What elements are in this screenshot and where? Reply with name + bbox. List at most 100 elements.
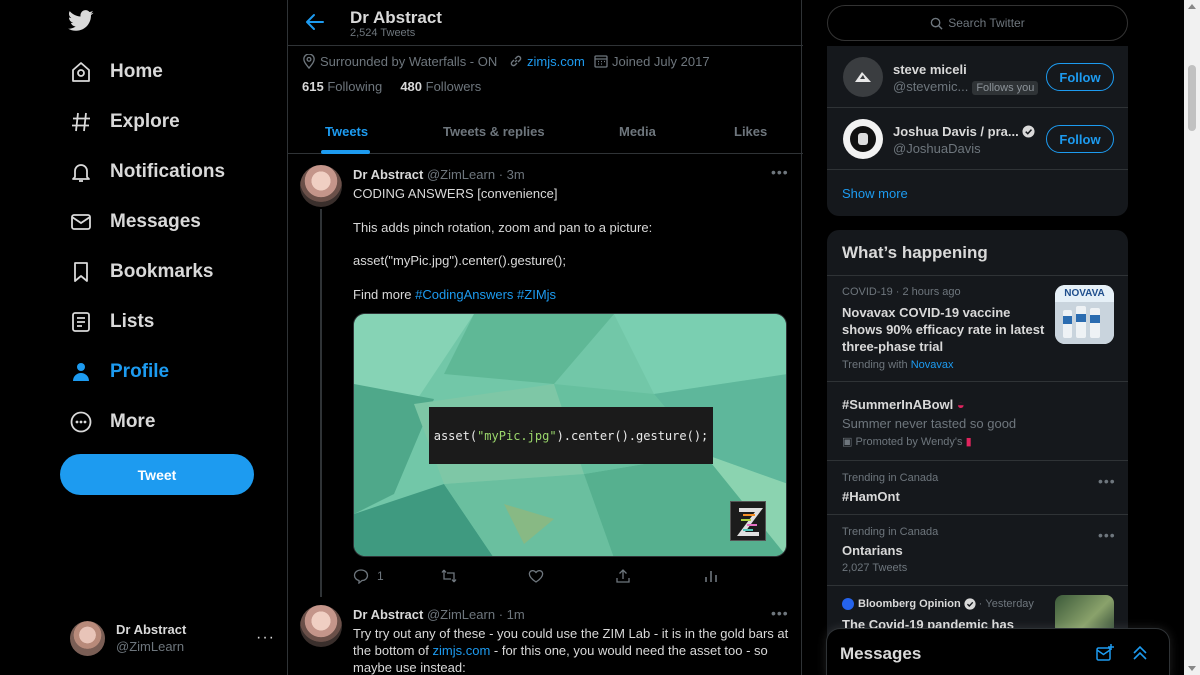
trend-item[interactable]: COVID-19 · 2 hours ago Novavax COVID-19 … — [827, 275, 1128, 381]
show-more-link[interactable]: Show more — [842, 186, 908, 201]
nav-bookmarks[interactable]: Bookmarks — [68, 252, 214, 292]
retweet-button[interactable] — [441, 568, 457, 584]
suggestion-name: Joshua Davis / pra... — [893, 124, 1035, 139]
avatar[interactable] — [300, 605, 342, 647]
nav-lists[interactable]: Lists — [68, 302, 154, 342]
tweet-text-suffix: - for this one, you would need the asset… — [490, 643, 768, 658]
followers-link[interactable]: 480 Followers — [400, 79, 481, 94]
page-scrollbar[interactable] — [1184, 0, 1200, 675]
hashtag-link[interactable]: #CodingAnswers — [415, 287, 513, 302]
trending-with-link[interactable]: Novavax — [911, 359, 954, 371]
trend-tweet-count: 2,027 Tweets — [842, 562, 908, 574]
tab-tweets-replies[interactable]: Tweets & replies — [443, 108, 545, 154]
avatar[interactable] — [300, 165, 342, 207]
trend-item[interactable]: Trending in Canada #HamOnt ••• — [827, 460, 1128, 514]
scrollbar-thumb[interactable] — [1188, 65, 1196, 131]
tweet-button[interactable]: Tweet — [60, 454, 254, 495]
joined-text: Joined July 2017 — [612, 53, 710, 69]
separator-dot: · — [498, 607, 504, 622]
hashtag-icon — [68, 109, 94, 135]
section-title: What’s happening — [842, 243, 988, 262]
like-button[interactable] — [528, 568, 544, 584]
nav-messages[interactable]: Messages — [68, 202, 201, 242]
profile-header: Dr Abstract 2,524 Tweets — [288, 0, 803, 46]
back-arrow-icon[interactable] — [305, 12, 325, 32]
page-title: Dr Abstract — [350, 8, 442, 27]
handle-text: @stevemic... — [893, 79, 969, 94]
envelope-icon — [68, 209, 94, 235]
nav-label-home: Home — [110, 61, 163, 82]
website-link[interactable]: zimjs.com — [527, 54, 585, 69]
tweet-author-handle: @ZimLearn — [426, 607, 496, 622]
trending-with-label: Trending with — [842, 359, 908, 371]
trend-item[interactable]: Trending in Canada Ontarians 2,027 Tweet… — [827, 514, 1128, 585]
separator-dot: · — [498, 167, 504, 182]
twitter-logo-icon[interactable] — [67, 10, 96, 36]
website-link[interactable]: zimjs.com — [433, 643, 491, 658]
code-snippet: asset("myPic.jpg").center().gesture(); — [429, 407, 713, 464]
nav-label-more: More — [110, 411, 156, 432]
nav-home[interactable]: Home — [68, 52, 163, 92]
following-link[interactable]: 615 Following — [302, 79, 382, 94]
more-horizontal-icon[interactable]: ••• — [1098, 527, 1116, 543]
tweet-actions: 1 — [353, 568, 723, 586]
search-icon — [930, 17, 943, 30]
tweet-author-name[interactable]: Dr Abstract — [353, 607, 423, 622]
nav-notifications[interactable]: Notifications — [68, 152, 225, 192]
nav-explore[interactable]: Explore — [68, 102, 180, 142]
account-name: Dr Abstract — [116, 622, 187, 637]
tweet-text-line: Find more #CodingAnswers #ZIMjs — [353, 286, 556, 303]
follow-button[interactable]: Follow — [1046, 63, 1114, 91]
reply-count: 1 — [377, 569, 384, 583]
nav-more[interactable]: More — [68, 402, 155, 442]
promoted-text: Promoted by Wendy's — [855, 436, 963, 448]
tweet-text-line: maybe use instead: — [353, 660, 466, 675]
tweet-media-image[interactable]: asset("myPic.jpg").center().gesture(); — [353, 313, 787, 557]
nav-label-lists: Lists — [110, 311, 155, 332]
tweet-count: 2,524 Tweets — [350, 27, 416, 39]
location-text: Surrounded by Waterfalls - ON — [320, 53, 498, 69]
more-horizontal-icon[interactable]: ••• — [771, 164, 789, 180]
more-horizontal-icon[interactable]: ••• — [1098, 473, 1116, 489]
profile-website[interactable]: zimjs.com — [509, 52, 585, 70]
share-button[interactable] — [615, 568, 631, 584]
follow-counts: 615 Following 480 Followers — [302, 79, 481, 94]
nav-profile[interactable]: Profile — [68, 352, 169, 392]
profile-joined: Joined July 2017 — [594, 52, 710, 70]
trending-with: Trending with Novavax — [842, 359, 953, 371]
profile-tabs: Tweets Tweets & replies Media Likes — [288, 108, 803, 154]
search-input[interactable]: Search Twitter — [827, 5, 1128, 41]
account-switcher[interactable]: Dr Abstract @ZimLearn ··· — [70, 618, 275, 658]
reply-button[interactable]: 1 — [353, 568, 384, 584]
trend-title: #HamOnt — [842, 489, 900, 504]
code-part: ).center().gesture(); — [556, 428, 709, 443]
tab-media[interactable]: Media — [619, 108, 656, 154]
trend-context: Trending in Canada — [842, 472, 939, 484]
messages-drawer[interactable]: Messages — [826, 628, 1170, 675]
news-source: Bloomberg Opinion · Yesterday — [842, 598, 1034, 610]
scroll-up-arrow-icon[interactable] — [1188, 4, 1196, 9]
tweet-time[interactable]: 1m — [507, 607, 525, 622]
hashtag-link[interactable]: #ZIMjs — [517, 287, 556, 302]
promoted-trend-item[interactable]: #SummerInABowl ◒ Summer never tasted so … — [827, 381, 1128, 460]
tab-likes[interactable]: Likes — [734, 108, 767, 154]
tweet-text-prefix: the bottom of — [353, 643, 433, 658]
tweet-time[interactable]: 3m — [507, 167, 525, 182]
tab-tweets[interactable]: Tweets — [325, 108, 368, 154]
tweet-author-name[interactable]: Dr Abstract — [353, 167, 423, 182]
scroll-down-arrow-icon[interactable] — [1188, 666, 1196, 671]
analytics-button[interactable] — [703, 568, 719, 584]
link-icon — [510, 55, 522, 67]
avatar — [70, 620, 105, 656]
trend-title: Novavax COVID-19 vaccine shows 90% effic… — [842, 305, 1045, 354]
follow-button[interactable]: Follow — [1046, 125, 1114, 153]
title-text: #SummerInABowl — [842, 397, 954, 412]
code-string: "myPic.jpg" — [477, 428, 557, 443]
more-circle-icon — [68, 409, 94, 435]
follow-suggestion[interactable]: steve miceli @stevemic... Follows you Fol… — [827, 46, 1128, 108]
profile-location: Surrounded by Waterfalls - ON — [302, 52, 497, 70]
person-icon — [68, 359, 94, 385]
more-horizontal-icon[interactable]: ••• — [771, 605, 789, 621]
follow-suggestion[interactable]: Joshua Davis / pra... @JoshuaDavis Follo… — [827, 108, 1128, 170]
source-name: Bloomberg Opinion — [858, 598, 961, 610]
